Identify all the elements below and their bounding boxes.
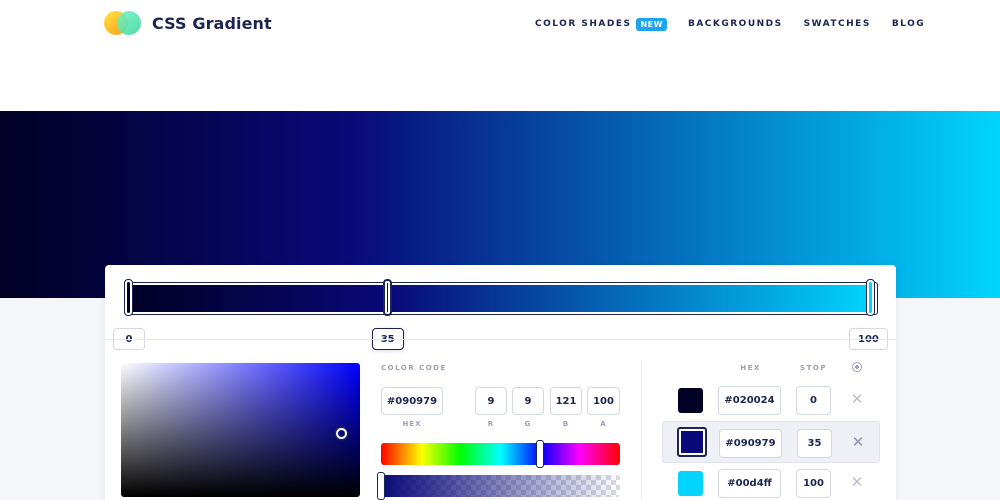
main-nav: COLOR SHADES NEW BACKGROUNDS SWATCHES BL… xyxy=(535,17,946,31)
color-picker-cursor[interactable] xyxy=(336,428,347,439)
alpha-input[interactable]: 100 xyxy=(587,387,620,415)
gradient-editor-panel: 0 35 100 COLOR CODE #090979 9 9 121 100 … xyxy=(105,265,896,500)
nav-item-backgrounds[interactable]: BACKGROUNDS xyxy=(688,17,783,31)
stop-position-input[interactable]: 35 xyxy=(797,429,832,458)
red-label: R xyxy=(487,420,495,428)
stop-row-selected[interactable]: #090979 35 ✕ xyxy=(662,421,880,463)
color-swatch[interactable] xyxy=(678,471,703,496)
nav-item-label: COLOR SHADES xyxy=(535,19,632,29)
close-icon[interactable]: ✕ xyxy=(849,391,865,407)
alpha-slider[interactable] xyxy=(381,475,620,497)
color-swatch[interactable] xyxy=(677,427,707,457)
hex-input[interactable]: #090979 xyxy=(381,387,443,415)
plus-circle-icon[interactable] xyxy=(852,362,862,372)
hue-slider-handle[interactable] xyxy=(536,440,544,468)
new-badge: NEW xyxy=(636,17,667,31)
stop-handle[interactable] xyxy=(865,279,875,316)
stop-hex-input[interactable]: #020024 xyxy=(718,386,781,415)
green-input[interactable]: 9 xyxy=(512,387,544,415)
stop-row[interactable]: #00d4ff 100 ✕ xyxy=(662,462,880,500)
stop-position-input[interactable]: 100 xyxy=(796,469,831,498)
stop-hex-input[interactable]: #090979 xyxy=(719,429,782,458)
close-icon[interactable]: ✕ xyxy=(849,474,865,490)
divider xyxy=(641,360,642,500)
stop-handle-selected[interactable] xyxy=(383,279,393,316)
color-code-label: COLOR CODE xyxy=(381,364,447,372)
logo-icon xyxy=(104,11,142,35)
hue-slider[interactable] xyxy=(381,443,620,465)
nav-item-label: SWATCHES xyxy=(803,19,871,29)
nav-item-color-shades[interactable]: COLOR SHADES NEW xyxy=(535,17,667,31)
alpha-label: A xyxy=(600,420,607,428)
blue-input[interactable]: 121 xyxy=(550,387,582,415)
hex-label: HEX xyxy=(402,420,422,428)
list-header-stop: STOP xyxy=(800,364,827,372)
stop-position-input[interactable]: 0 xyxy=(796,386,831,415)
nav-item-swatches[interactable]: SWATCHES xyxy=(804,17,871,31)
gradient-slider[interactable] xyxy=(125,282,878,315)
red-input[interactable]: 9 xyxy=(475,387,507,415)
divider xyxy=(105,339,896,340)
close-icon[interactable]: ✕ xyxy=(850,434,866,450)
color-swatch[interactable] xyxy=(678,388,703,413)
nav-item-label: BLOG xyxy=(891,19,926,29)
nav-item-label: BACKGROUNDS xyxy=(687,19,783,29)
alpha-slider-handle[interactable] xyxy=(377,472,385,500)
green-label: G xyxy=(524,420,532,428)
logo[interactable]: CSS Gradient xyxy=(104,11,272,35)
stop-row[interactable]: #020024 0 ✕ xyxy=(662,379,880,421)
list-header-hex: HEX xyxy=(740,364,761,372)
logo-text: CSS Gradient xyxy=(152,13,272,33)
nav-item-blog[interactable]: BLOG xyxy=(892,17,925,31)
saturation-value-picker[interactable] xyxy=(121,363,360,497)
stop-handle[interactable] xyxy=(123,279,133,316)
gradient-slider-bar xyxy=(128,285,875,312)
site-header: CSS Gradient COLOR SHADES NEW BACKGROUND… xyxy=(0,0,1000,111)
blue-label: B xyxy=(562,420,570,428)
stop-hex-input[interactable]: #00d4ff xyxy=(718,469,781,498)
